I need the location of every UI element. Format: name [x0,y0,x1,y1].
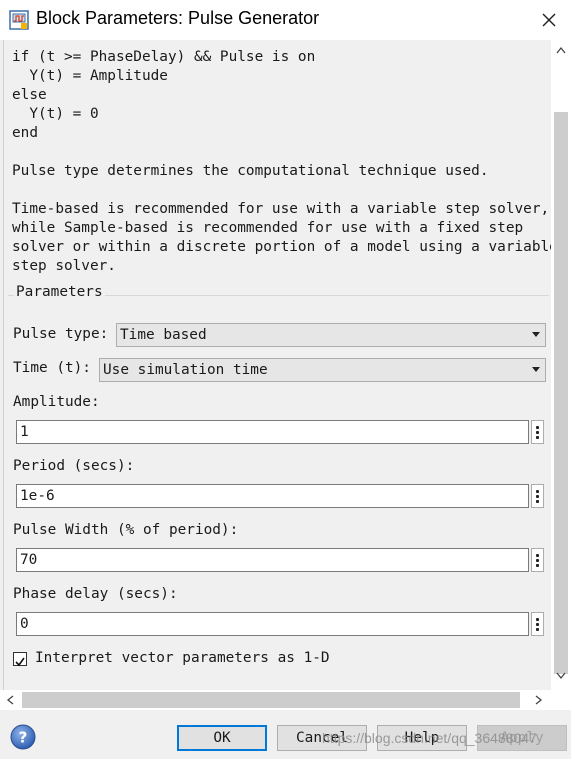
dialog-content: if (t >= PhaseDelay) && Pulse is on Y(t)… [0,40,551,690]
pulse-type-dropdown[interactable]: Time based [116,323,546,347]
svg-text:?: ? [19,729,28,747]
horizontal-scrollbar[interactable] [0,690,551,710]
chevron-down-icon [532,367,540,372]
amplitude-field[interactable]: 1 [16,420,529,444]
amplitude-options-icon[interactable] [531,420,544,444]
parameters-group-title: Parameters [14,284,105,300]
scroll-left-icon[interactable] [6,695,14,705]
parameters-group: Parameters Pulse type: Time based Time (… [8,284,549,688]
pulse-type-value: Time based [120,327,207,343]
scrollbar-corner [551,690,571,710]
ok-button[interactable]: OK [177,725,267,751]
amplitude-label: Amplitude: [13,394,100,410]
period-field[interactable]: 1e-6 [16,484,529,508]
phase-delay-options-icon[interactable] [531,612,544,636]
pulse-width-field[interactable]: 70 [16,548,529,572]
chevron-down-icon [532,332,540,337]
title-bar: Block Parameters: Pulse Generator [0,0,571,40]
time-label: Time (t): [13,360,91,376]
scroll-up-icon[interactable] [556,46,566,54]
scroll-down-icon[interactable] [556,672,566,680]
divider [3,40,4,690]
pulse-type-label: Pulse type: [13,326,109,342]
simulink-block-icon [9,10,29,30]
time-dropdown[interactable]: Use simulation time [99,358,546,382]
phase-delay-label: Phase delay (secs): [13,586,178,602]
help-icon[interactable]: ? [10,724,36,750]
vertical-scroll-thumb[interactable] [554,112,568,674]
interpret-vector-label: Interpret vector parameters as 1-D [35,650,330,666]
window-title: Block Parameters: Pulse Generator [36,8,320,28]
vertical-scrollbar[interactable] [551,40,571,690]
close-icon[interactable] [539,10,559,30]
scroll-right-icon[interactable] [535,695,543,705]
period-label: Period (secs): [13,458,135,474]
time-value: Use simulation time [103,362,268,378]
watermark: https://blog.csdn.net/qq_36488047 [322,730,537,746]
period-options-icon[interactable] [531,484,544,508]
interpret-vector-checkbox[interactable] [13,652,27,667]
horizontal-scroll-thumb[interactable] [22,692,520,708]
checkmark-icon [15,657,25,667]
pulse-width-label: Pulse Width (% of period): [13,522,239,538]
phase-delay-field[interactable]: 0 [16,612,529,636]
block-description: if (t >= PhaseDelay) && Pulse is on Y(t)… [12,49,551,274]
pulse-width-options-icon[interactable] [531,548,544,572]
